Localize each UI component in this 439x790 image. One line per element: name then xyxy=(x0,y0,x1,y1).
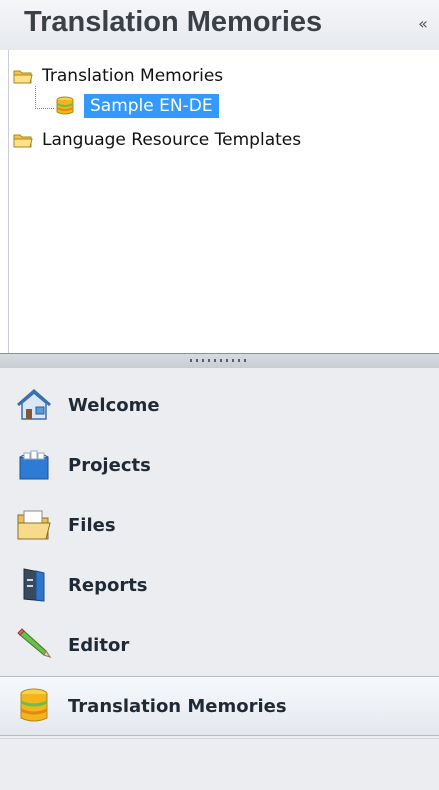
panel-title: Translation Memories xyxy=(24,6,323,38)
folder-icon xyxy=(12,65,34,87)
files-icon xyxy=(12,503,56,547)
reports-icon xyxy=(12,563,56,607)
tree-item-language-resource-templates[interactable]: Language Resource Templates xyxy=(12,126,301,154)
nav-button-projects[interactable]: Projects xyxy=(0,435,439,495)
nav-button-welcome[interactable]: Welcome xyxy=(0,375,439,435)
database-icon xyxy=(54,95,76,117)
folder-icon xyxy=(12,129,34,151)
nav-button-label: Translation Memories xyxy=(68,695,287,717)
projects-icon xyxy=(12,443,56,487)
nav-button-label: Editor xyxy=(68,634,130,656)
nav-button-editor[interactable]: Editor xyxy=(0,615,439,675)
nav-button-label: Reports xyxy=(68,574,148,596)
nav-button-label: Files xyxy=(68,514,116,536)
translation-memories-panel: Translation Memories « Translation Memor… xyxy=(0,0,439,790)
database-icon xyxy=(12,684,56,728)
nav-button-label: Projects xyxy=(68,454,151,476)
tree-item-label: Sample EN-DE xyxy=(84,94,219,118)
tree-item-translation-memories[interactable]: Translation Memories xyxy=(12,62,223,90)
nav-button-label: Welcome xyxy=(68,394,160,416)
pencil-icon xyxy=(12,623,56,667)
nav-button-files[interactable]: Files xyxy=(0,495,439,555)
home-icon xyxy=(12,383,56,427)
nav-button-translation-memories[interactable]: Translation Memories xyxy=(0,676,439,736)
splitter-grip[interactable] xyxy=(189,359,250,362)
tree-item-label: Language Resource Templates xyxy=(42,130,302,150)
panel-header: Translation Memories « xyxy=(0,0,439,50)
nav-button-reports[interactable]: Reports xyxy=(0,555,439,615)
panel-splitter[interactable] xyxy=(0,353,439,369)
collapse-panel-button[interactable]: « xyxy=(413,14,433,34)
tree-item-label: Translation Memories xyxy=(42,66,224,86)
navigation-footer xyxy=(0,738,439,790)
tree-item-sample-en-de[interactable]: Sample EN-DE xyxy=(54,92,219,120)
